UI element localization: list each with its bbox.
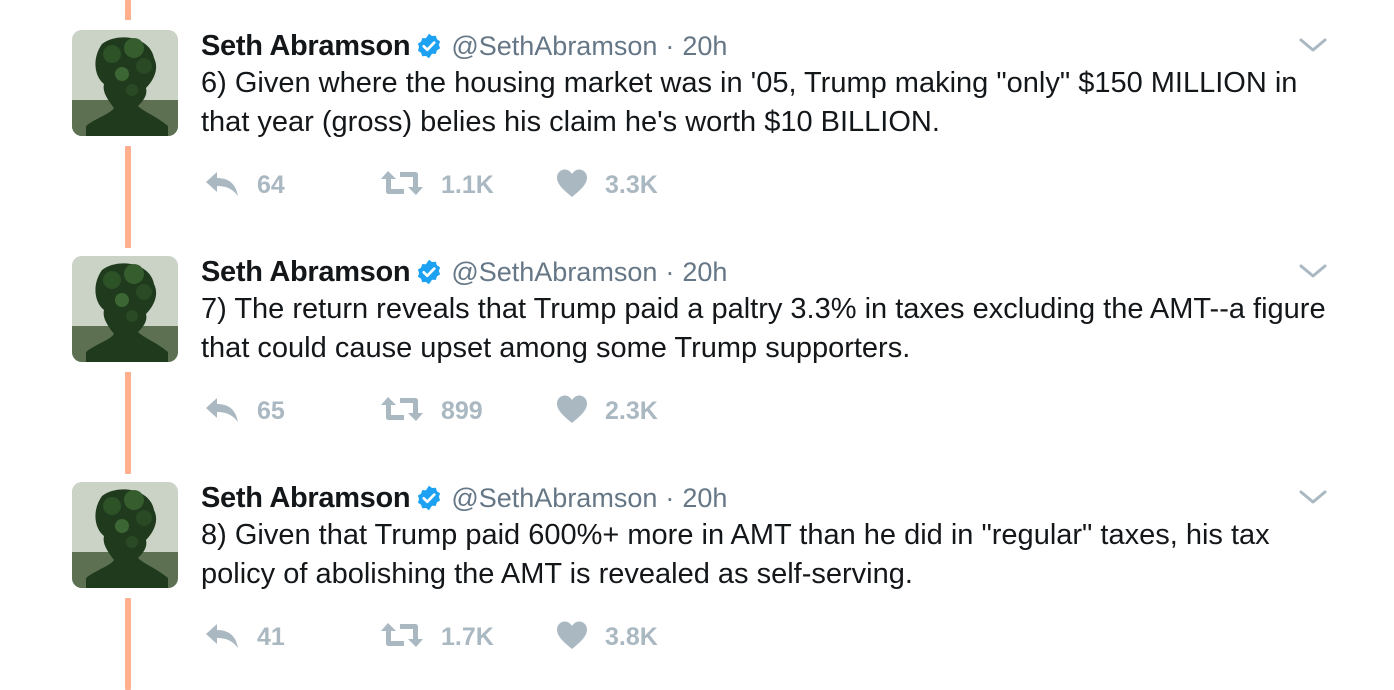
tweet-header: Seth Abramson @SethAbramson · 20h: [201, 480, 727, 516]
author-handle[interactable]: @SethAbramson: [451, 257, 657, 288]
reply-count: 41: [257, 622, 285, 651]
tweet-text: 6) Given where the housing market was in…: [201, 67, 1298, 138]
tweet-header: Seth Abramson @SethAbramson · 20h: [201, 28, 727, 64]
like-button[interactable]: 3.8K: [555, 620, 658, 655]
tweet-text: 8) Given that Trump paid 600%+ more in A…: [201, 519, 1270, 590]
heart-icon: [555, 394, 589, 429]
like-button[interactable]: 3.3K: [555, 168, 658, 203]
retweet-count: 899: [441, 396, 483, 425]
separator: ·: [665, 30, 675, 61]
tweet-actions: 65 899 2.3K: [203, 394, 658, 429]
retweet-button[interactable]: 1.1K: [379, 169, 555, 202]
retweet-count: 1.7K: [441, 622, 494, 651]
chevron-down-icon[interactable]: [1296, 486, 1330, 508]
reply-icon: [203, 395, 241, 428]
chevron-down-icon[interactable]: [1296, 260, 1330, 282]
verified-badge-icon: [415, 258, 443, 286]
timestamp[interactable]: 20h: [682, 483, 727, 514]
author-handle[interactable]: @SethAbramson: [451, 31, 657, 62]
author-name[interactable]: Seth Abramson: [201, 482, 411, 515]
avatar[interactable]: [72, 482, 178, 588]
retweet-icon: [379, 395, 425, 428]
reply-button[interactable]: 64: [203, 169, 379, 202]
tweet[interactable]: Seth Abramson @SethAbramson · 20h 7) The…: [0, 226, 1394, 452]
avatar[interactable]: [72, 30, 178, 136]
retweet-count: 1.1K: [441, 170, 494, 199]
like-count: 3.8K: [605, 622, 658, 651]
retweet-icon: [379, 169, 425, 202]
tweet-actions: 64 1.1K 3.3K: [203, 168, 658, 203]
separator: ·: [665, 482, 675, 513]
tweet-text: 7) The return reveals that Trump paid a …: [201, 293, 1326, 364]
retweet-icon: [379, 621, 425, 654]
verified-badge-icon: [415, 32, 443, 60]
tweet[interactable]: Seth Abramson @SethAbramson · 20h 6) Giv…: [0, 0, 1394, 226]
heart-icon: [555, 620, 589, 655]
reply-count: 64: [257, 170, 285, 199]
retweet-button[interactable]: 1.7K: [379, 621, 555, 654]
reply-button[interactable]: 65: [203, 395, 379, 428]
reply-icon: [203, 621, 241, 654]
chevron-down-icon[interactable]: [1296, 34, 1330, 56]
reply-count: 65: [257, 396, 285, 425]
author-handle[interactable]: @SethAbramson: [451, 483, 657, 514]
reply-icon: [203, 169, 241, 202]
like-button[interactable]: 2.3K: [555, 394, 658, 429]
separator: ·: [665, 256, 675, 287]
author-name[interactable]: Seth Abramson: [201, 256, 411, 289]
reply-button[interactable]: 41: [203, 621, 379, 654]
verified-badge-icon: [415, 484, 443, 512]
timestamp[interactable]: 20h: [682, 31, 727, 62]
tweet-actions: 41 1.7K 3.8K: [203, 620, 658, 655]
avatar[interactable]: [72, 256, 178, 362]
timestamp[interactable]: 20h: [682, 257, 727, 288]
tweet-header: Seth Abramson @SethAbramson · 20h: [201, 254, 727, 290]
author-name[interactable]: Seth Abramson: [201, 30, 411, 63]
heart-icon: [555, 168, 589, 203]
retweet-button[interactable]: 899: [379, 395, 555, 428]
like-count: 2.3K: [605, 396, 658, 425]
like-count: 3.3K: [605, 170, 658, 199]
tweet[interactable]: Seth Abramson @SethAbramson · 20h 8) Giv…: [0, 452, 1394, 678]
